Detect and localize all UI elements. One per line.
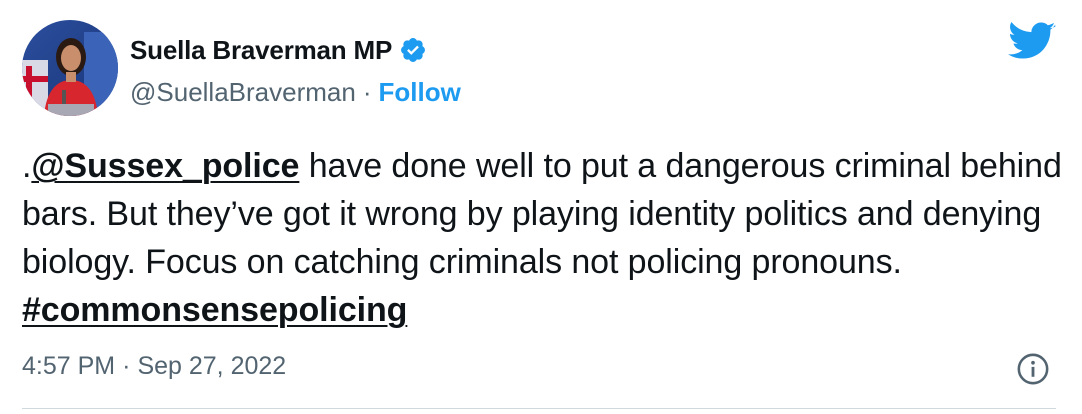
- mention-link[interactable]: @Sussex_police: [31, 147, 299, 185]
- handle-separator: ·: [362, 76, 372, 107]
- avatar-image: [22, 20, 118, 116]
- verified-badge-icon: [399, 36, 427, 64]
- divider: [22, 408, 1056, 409]
- hashtag-link[interactable]: #commonsensepolicing: [22, 291, 407, 329]
- info-icon[interactable]: [1016, 352, 1050, 386]
- timestamp-row: 4:57 PM · Sep 27, 2022: [22, 352, 286, 381]
- tweet-time[interactable]: 4:57 PM: [22, 352, 115, 381]
- display-name[interactable]: Suella Braverman MP: [130, 35, 392, 66]
- twitter-bird-icon[interactable]: [1008, 22, 1056, 62]
- handle-row: @SuellaBraverman · Follow: [130, 76, 461, 108]
- timestamp-separator: ·: [122, 352, 131, 380]
- tweet-text: .@Sussex_police have done well to put a …: [22, 142, 1062, 334]
- tweet-card: Suella Braverman MP @SuellaBraverman · F…: [0, 0, 1082, 414]
- avatar[interactable]: [22, 20, 118, 116]
- name-row: Suella Braverman MP: [130, 34, 461, 66]
- tweet-date[interactable]: Sep 27, 2022: [137, 352, 286, 381]
- user-handle[interactable]: @SuellaBraverman: [130, 77, 356, 108]
- follow-button[interactable]: Follow: [379, 77, 461, 108]
- tweet-prefix: .: [22, 147, 32, 185]
- author-block: Suella Braverman MP @SuellaBraverman · F…: [130, 34, 461, 108]
- tweet-header: Suella Braverman MP @SuellaBraverman · F…: [22, 20, 461, 116]
